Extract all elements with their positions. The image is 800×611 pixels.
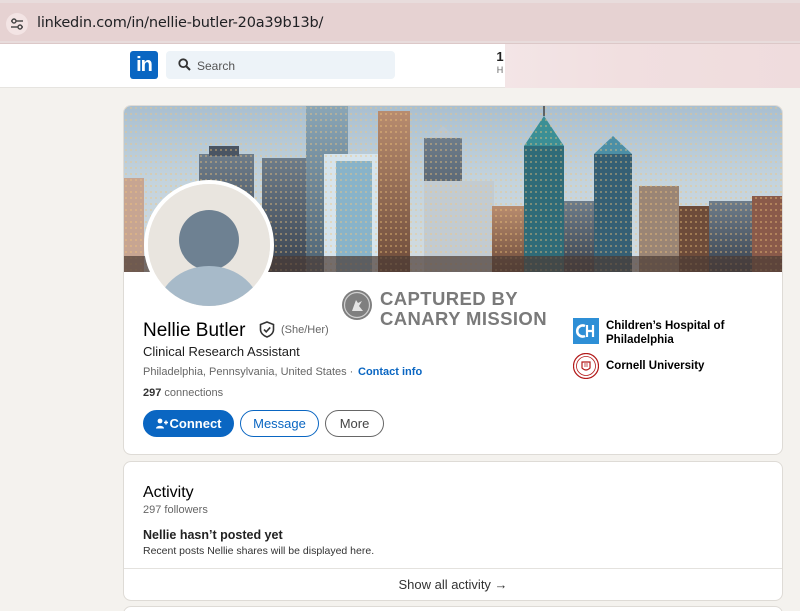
profile-name: Nellie Butler xyxy=(143,320,246,341)
linkedin-logo[interactable]: in xyxy=(130,51,158,79)
tune-icon[interactable] xyxy=(6,13,28,35)
watermark-line-2: CANARY MISSION xyxy=(380,308,547,329)
default-avatar-icon xyxy=(148,184,270,306)
linkedin-top-nav: in Search 1 H xyxy=(0,44,800,88)
url-text[interactable]: linkedin.com/in/nellie-butler-20a39b13b/ xyxy=(37,15,323,31)
connections-label: connections xyxy=(164,387,224,399)
org-2-name: Cornell University xyxy=(606,360,705,372)
connections-count[interactable]: 297 connections xyxy=(143,387,223,399)
address-field[interactable]: linkedin.com/in/nellie-butler-20a39b13b/ xyxy=(0,3,800,41)
show-all-activity-button[interactable]: Show all activity → xyxy=(124,568,782,601)
watermark-text: CAPTURED BY CANARY MISSION xyxy=(380,289,547,329)
add-person-icon xyxy=(155,418,168,429)
canary-mission-watermark: CAPTURED BY CANARY MISSION xyxy=(341,289,547,329)
profile-card: CAPTURED BY CANARY MISSION Nellie Butler… xyxy=(123,105,783,455)
pronouns: (She/Her) xyxy=(281,324,329,336)
message-button[interactable]: Message xyxy=(240,410,319,437)
search-bar[interactable]: Search xyxy=(166,51,395,79)
redacted-region xyxy=(505,44,800,88)
profile-photo[interactable] xyxy=(144,180,274,310)
org-1-line-2: Philadelphia xyxy=(606,334,674,346)
search-input[interactable]: Search xyxy=(197,59,235,73)
more-button[interactable]: More xyxy=(325,410,384,437)
followers-count: 297 followers xyxy=(143,504,208,516)
connect-button[interactable]: Connect xyxy=(143,410,234,437)
empty-activity-title: Nellie hasn’t posted yet xyxy=(143,528,283,542)
activity-card: Activity 297 followers Nellie hasn’t pos… xyxy=(123,461,783,601)
verification-shield-icon[interactable] xyxy=(259,321,275,338)
search-icon xyxy=(178,58,191,71)
browser-address-bar: linkedin.com/in/nellie-butler-20a39b13b/ xyxy=(0,0,800,44)
chop-logo-icon xyxy=(573,318,599,344)
contact-info-link[interactable]: Contact info xyxy=(358,366,422,378)
canary-bird-icon xyxy=(342,290,372,320)
watermark-line-1: CAPTURED BY xyxy=(380,288,519,309)
profile-location: Philadelphia, Pennsylvania, United State… xyxy=(143,366,354,378)
activity-title: Activity xyxy=(143,484,194,501)
org-1-line-1: Children’s Hospital of xyxy=(606,320,725,332)
connections-number: 297 xyxy=(143,387,162,399)
next-section-card xyxy=(123,606,783,611)
cornell-seal-icon xyxy=(573,353,599,379)
profile-headline: Clinical Research Assistant xyxy=(143,344,300,359)
connect-label: Connect xyxy=(169,416,222,431)
empty-activity-description: Recent posts Nellie shares will be displ… xyxy=(143,545,375,557)
